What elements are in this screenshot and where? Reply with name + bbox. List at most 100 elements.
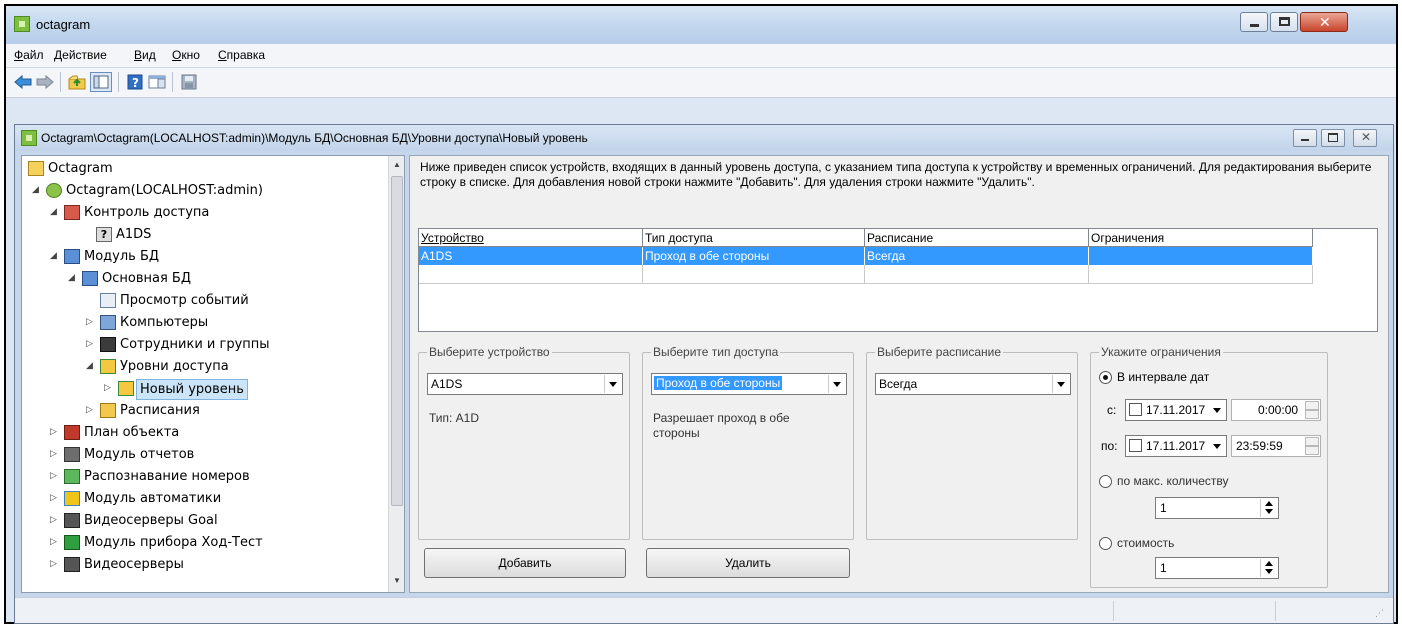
expand-arrow-icon[interactable]: ▷	[50, 493, 60, 503]
add-button[interactable]: Добавить	[424, 548, 626, 578]
scroll-up-icon[interactable]: ▲	[393, 160, 401, 169]
save-icon[interactable]	[180, 74, 198, 90]
chevron-down-icon[interactable]	[604, 375, 621, 393]
back-arrow-icon[interactable]	[14, 74, 32, 90]
tree-node-video-servers[interactable]: ▷ Видеосерверы	[22, 554, 388, 576]
tree-node-access-levels[interactable]: ◢ Уровни доступа	[22, 356, 388, 378]
expand-arrow-icon[interactable]: ▷	[50, 559, 60, 569]
schedule-select[interactable]: Всегда	[875, 373, 1071, 395]
tree-node-plates[interactable]: ▷ Распознавание номеров	[22, 466, 388, 488]
tree-node-main-db[interactable]: ◢ Основная БД	[22, 268, 388, 290]
to-date-picker[interactable]: 17.11.2017	[1125, 435, 1227, 457]
spin-updown-icon[interactable]	[1260, 499, 1277, 517]
maximize-button[interactable]	[1270, 12, 1298, 32]
tree-node-goal[interactable]: ▷ Видеосерверы Goal	[22, 510, 388, 532]
tree-node-access-control[interactable]: ◢ Контроль доступа	[22, 202, 388, 224]
spin-up-icon[interactable]	[1305, 437, 1319, 446]
access-type-select[interactable]: Проход в обе стороны	[651, 373, 847, 395]
expand-arrow-icon[interactable]: ▷	[86, 317, 96, 327]
octagram-logo-icon	[21, 130, 37, 146]
close-icon: ✕	[1319, 14, 1331, 30]
tree-node-db-module[interactable]: ◢ Модуль БД	[22, 246, 388, 268]
scroll-down-icon[interactable]: ▼	[393, 576, 401, 585]
chevron-down-icon[interactable]	[1209, 401, 1225, 419]
collapse-arrow-icon[interactable]: ◢	[32, 185, 42, 195]
column-header-limits[interactable]: Ограничения	[1089, 229, 1313, 247]
spin-down-icon[interactable]	[1305, 446, 1319, 455]
devices-grid[interactable]: Устройство Тип доступа Расписание Ограни…	[418, 228, 1378, 332]
child-title: Octagram\Octagram(LOCALHOST:admin)\Модул…	[41, 131, 588, 145]
help-icon[interactable]: ?	[126, 74, 144, 90]
expand-arrow-icon[interactable]: ▷	[50, 427, 60, 437]
minimize-button[interactable]	[1240, 12, 1268, 32]
chevron-down-icon[interactable]	[1209, 437, 1225, 455]
tree-node-floor-plan[interactable]: ▷ План объекта	[22, 422, 388, 444]
child-maximize-button[interactable]	[1321, 129, 1345, 147]
panel-icon[interactable]	[148, 74, 166, 90]
from-date-checkbox[interactable]	[1129, 403, 1142, 416]
expand-arrow-icon[interactable]: ▷	[104, 383, 114, 393]
menu-file[interactable]: Файл	[14, 48, 44, 62]
device-module-icon	[64, 535, 80, 550]
cost-input[interactable]: 1	[1155, 557, 1279, 579]
tree-node-schedules[interactable]: ▷ Расписания	[22, 400, 388, 422]
from-time-field[interactable]: 0:00:00	[1231, 399, 1321, 421]
expand-arrow-icon[interactable]: ▷	[86, 405, 96, 415]
cost-radio[interactable]	[1099, 537, 1112, 550]
menu-help[interactable]: Справка	[218, 48, 265, 62]
limits-group-legend: Укажите ограничения	[1099, 345, 1223, 359]
spin-up-icon[interactable]	[1305, 401, 1319, 410]
expand-arrow-icon[interactable]: ▷	[50, 537, 60, 547]
expand-arrow-icon[interactable]: ▷	[50, 449, 60, 459]
max-count-radio[interactable]	[1099, 475, 1112, 488]
resize-grip-icon[interactable]: ⋰	[1375, 608, 1384, 619]
from-date-picker[interactable]: 17.11.2017	[1125, 399, 1227, 421]
menu-window[interactable]: Окно	[172, 48, 200, 62]
collapse-arrow-icon[interactable]: ◢	[68, 273, 78, 283]
scrollbar-thumb[interactable]	[391, 176, 403, 506]
tree-scrollbar[interactable]: ▲ ▼	[388, 156, 404, 592]
tree-node-events[interactable]: Просмотр событий	[22, 290, 388, 312]
access-levels-icon	[100, 359, 116, 374]
chevron-down-icon[interactable]	[1052, 375, 1069, 393]
column-header-schedule[interactable]: Расписание	[865, 229, 1089, 247]
forward-arrow-icon[interactable]	[36, 74, 54, 90]
menu-view[interactable]: Вид	[134, 48, 156, 62]
device-select[interactable]: A1DS	[427, 373, 623, 395]
to-time-field[interactable]: 23:59:59	[1231, 435, 1321, 457]
tree-node-a1ds[interactable]: ? A1DS	[22, 224, 388, 246]
tree-node-new-level[interactable]: ▷ Новый уровень	[22, 378, 388, 400]
menu-action[interactable]: Действие	[54, 48, 107, 62]
max-count-input[interactable]: 1	[1155, 497, 1279, 519]
expand-arrow-icon[interactable]: ▷	[50, 471, 60, 481]
child-close-button[interactable]: ✕	[1353, 129, 1377, 147]
show-tree-icon[interactable]	[90, 72, 112, 92]
to-date-checkbox[interactable]	[1129, 439, 1142, 452]
tree-node-localhost[interactable]: ◢ Octagram(LOCALHOST:admin)	[22, 180, 388, 202]
column-header-access-type[interactable]: Тип доступа	[643, 229, 865, 247]
tree-node-automation[interactable]: ▷ Модуль автоматики	[22, 488, 388, 510]
lock-icon	[64, 205, 80, 220]
collapse-arrow-icon[interactable]: ◢	[50, 251, 60, 261]
expand-arrow-icon[interactable]: ▷	[50, 515, 60, 525]
database-module-icon	[64, 249, 80, 264]
close-button[interactable]: ✕	[1300, 12, 1348, 32]
tree-node-hod-test[interactable]: ▷ Модуль прибора Ход-Тест	[22, 532, 388, 554]
child-minimize-button[interactable]	[1293, 129, 1317, 147]
date-interval-radio[interactable]	[1099, 371, 1112, 384]
folder-up-icon[interactable]	[68, 74, 86, 90]
tree-node-computers[interactable]: ▷ Компьютеры	[22, 312, 388, 334]
tree-node-employees[interactable]: ▷ Сотрудники и группы	[22, 334, 388, 356]
spin-down-icon[interactable]	[1305, 410, 1319, 419]
table-row[interactable]	[419, 265, 1313, 284]
chevron-down-icon[interactable]	[828, 375, 845, 393]
expand-arrow-icon[interactable]: ▷	[86, 339, 96, 349]
spin-updown-icon[interactable]	[1260, 559, 1277, 577]
delete-button[interactable]: Удалить	[646, 548, 850, 578]
collapse-arrow-icon[interactable]: ◢	[86, 361, 96, 371]
column-header-device[interactable]: Устройство	[419, 229, 643, 247]
tree-node-reports[interactable]: ▷ Модуль отчетов	[22, 444, 388, 466]
table-row[interactable]: A1DS Проход в обе стороны Всегда	[419, 247, 1313, 265]
collapse-arrow-icon[interactable]: ◢	[50, 207, 60, 217]
tree-node-octagram[interactable]: Octagram	[22, 158, 388, 180]
